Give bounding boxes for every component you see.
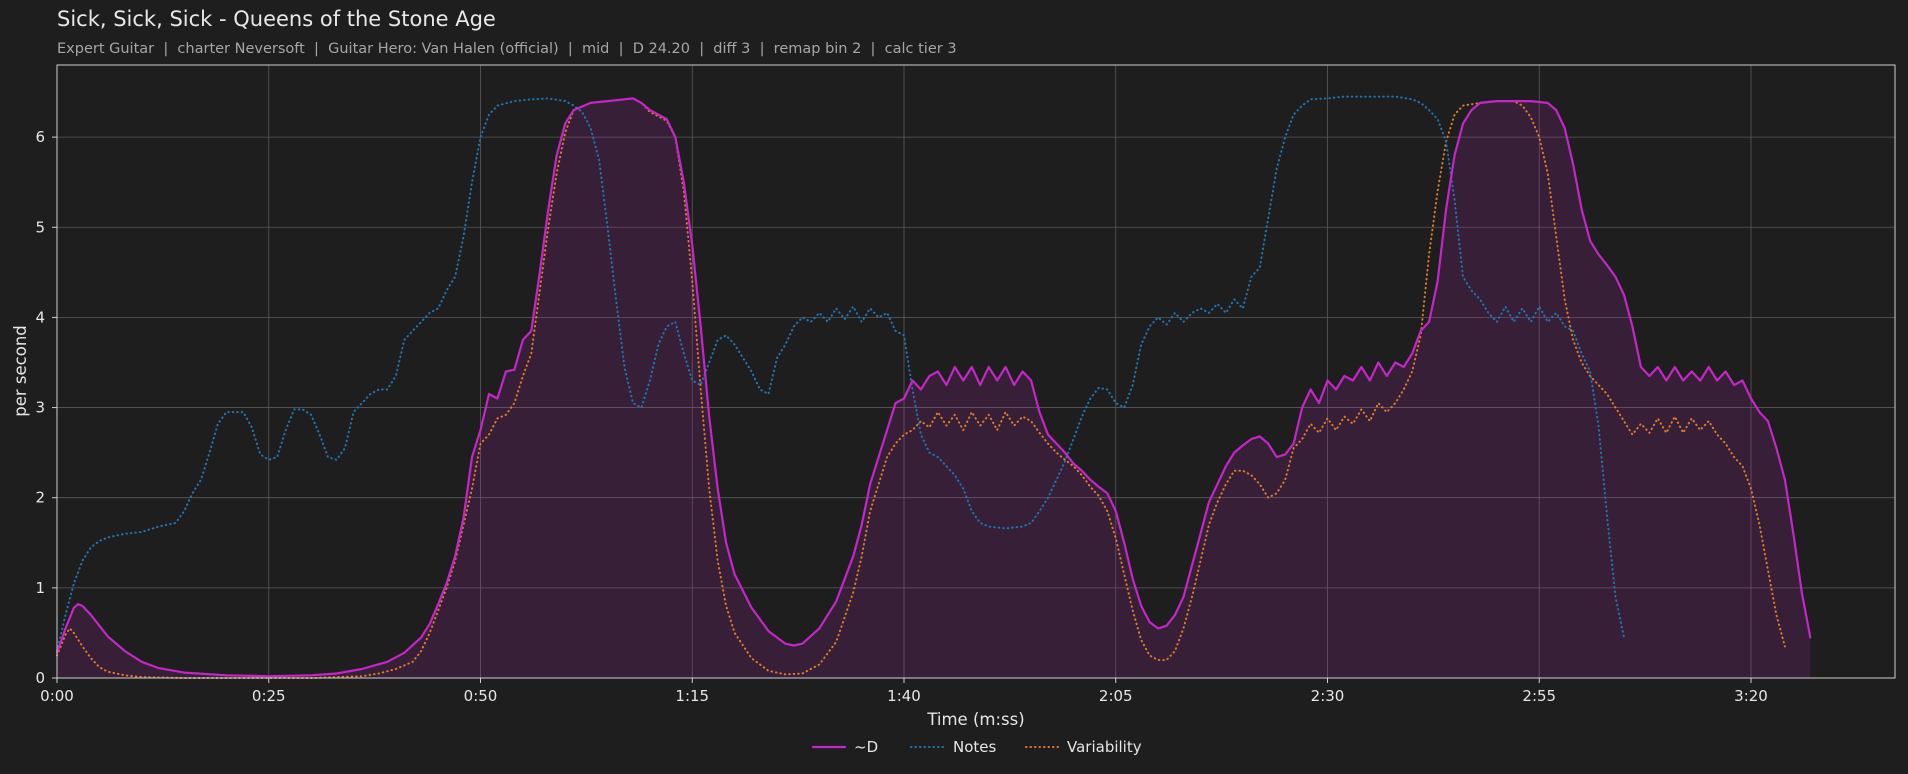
y-tick-label: 5	[35, 218, 45, 236]
legend-label-notes: Notes	[953, 738, 997, 756]
y-tick-label: 1	[35, 579, 45, 597]
y-tick-label: 6	[35, 128, 45, 146]
legend-label-variability: Variability	[1067, 738, 1142, 756]
x-tick-label: 2:55	[1522, 687, 1556, 705]
x-tick-label: 3:20	[1734, 687, 1768, 705]
x-tick-label: 1:15	[675, 687, 709, 705]
y-tick-label: 2	[35, 489, 45, 507]
x-tick-label: 2:05	[1099, 687, 1133, 705]
y-axis: 0 1 2 3 4 5 6	[35, 128, 57, 687]
chart-svg: 0:00 0:25 0:50 1:15 1:40 2:05 2:30 2:55 3:20 0 1 2…	[11, 64, 1896, 756]
legend: ~D Notes Variability	[811, 738, 1142, 756]
x-tick-label: 2:30	[1311, 687, 1345, 705]
x-tick-label: 0:00	[40, 687, 74, 705]
legend-label-d: ~D	[854, 738, 878, 756]
y-tick-label: 3	[35, 399, 45, 417]
y-axis-label: per second	[11, 325, 30, 417]
y-tick-label: 4	[35, 308, 45, 326]
x-axis-label: Time (m:ss)	[926, 710, 1024, 729]
x-axis: 0:00 0:25 0:50 1:15 1:40 2:05 2:30 2:55 3:20	[40, 678, 1768, 705]
x-tick-label: 0:25	[252, 687, 286, 705]
x-tick-label: 0:50	[464, 687, 498, 705]
y-tick-label: 0	[35, 669, 45, 687]
x-tick-label: 1:40	[887, 687, 921, 705]
